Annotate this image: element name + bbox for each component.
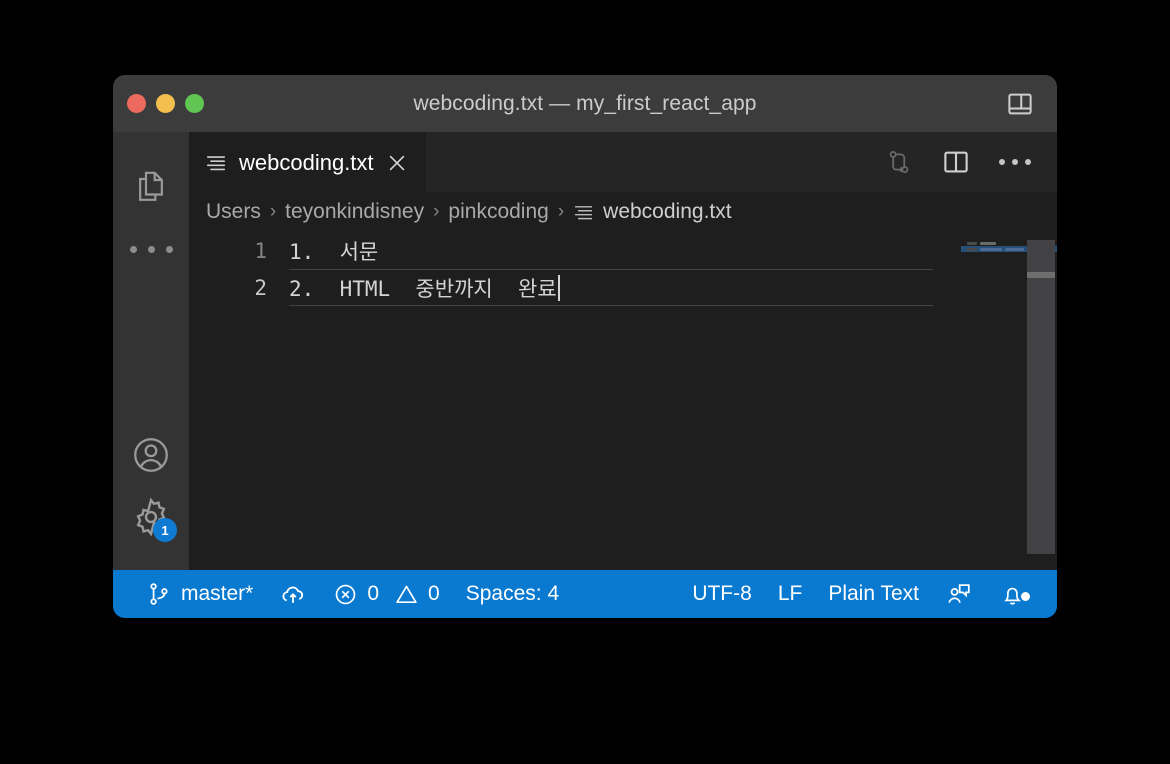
breadcrumb-separator: › (433, 201, 440, 222)
status-branch[interactable]: master* (133, 570, 266, 618)
error-icon (333, 582, 358, 607)
activity-item-explorer[interactable] (113, 156, 189, 218)
breadcrumb-item-pinkcoding[interactable]: pinkcoding (440, 200, 556, 224)
editor-group: webcoding.txt Users › teyonkindisney › p… (189, 132, 1057, 570)
breadcrumb-item-teyonkindisney[interactable]: teyonkindisney (277, 200, 432, 224)
source-control-branch-icon (146, 581, 172, 607)
breadcrumb-item-users[interactable]: Users (198, 200, 269, 224)
breadcrumb-separator: › (269, 201, 277, 222)
traffic-lights (113, 94, 204, 113)
status-problems[interactable]: 0 0 (320, 570, 452, 618)
list-file-icon (205, 152, 227, 174)
vscode-window: webcoding.txt — my_first_react_app 1 web… (113, 75, 1057, 618)
close-window-button[interactable] (127, 94, 146, 113)
line-number: 2 (254, 275, 267, 300)
cloud-upload-icon (279, 580, 307, 608)
editor-scrollbar-slider[interactable] (1027, 240, 1055, 554)
maximize-window-button[interactable] (185, 94, 204, 113)
status-language-mode[interactable]: Plain Text (815, 582, 932, 606)
notification-dot (1021, 591, 1030, 601)
line-text: 1. 서문 (289, 239, 379, 264)
list-file-icon (573, 202, 594, 223)
breadcrumb: Users › teyonkindisney › pinkcoding › we… (189, 192, 1057, 232)
status-bar-right: UTF-8 LF Plain Text (679, 580, 1039, 608)
editor-area: 1 1. 서문 2 2. HTML 중반까지 완료 (189, 232, 1057, 570)
status-eol-label: LF (777, 582, 803, 605)
status-feedback[interactable] (932, 580, 986, 608)
warning-icon (394, 582, 419, 607)
status-encoding-label: UTF-8 (692, 582, 752, 605)
breadcrumb-item-webcoding-txt[interactable]: webcoding.txt (565, 200, 739, 224)
editor-actions (885, 132, 1057, 192)
warning-count: 0 (428, 582, 440, 605)
code-surface[interactable]: 1 1. 서문 2 2. HTML 중반까지 완료 (189, 232, 961, 570)
person-feedback-icon (945, 580, 973, 608)
status-branch-label: master* (181, 582, 254, 605)
status-eol[interactable]: LF (765, 582, 816, 606)
panel-layout-icon[interactable] (1005, 89, 1035, 119)
title-bar: webcoding.txt — my_first_react_app (113, 75, 1057, 132)
source-control-compare-icon[interactable] (885, 148, 913, 176)
scrollbar-marker (1027, 272, 1055, 278)
text-cursor (557, 274, 560, 301)
status-bar: master* 0 0 Spaces: 4 UTF-8 LF Plain Tex… (113, 570, 1057, 618)
breadcrumb-label: teyonkindisney (285, 200, 425, 223)
files-icon (131, 167, 171, 207)
status-sync[interactable] (266, 570, 320, 618)
ellipsis-icon[interactable] (999, 159, 1031, 165)
account-icon (129, 433, 173, 477)
activity-bar: 1 (113, 132, 189, 570)
status-language-label: Plain Text (828, 582, 919, 605)
activity-item-more-views[interactable] (113, 218, 189, 280)
ellipsis-icon (129, 245, 173, 253)
status-encoding[interactable]: UTF-8 (679, 582, 765, 606)
error-count: 0 (367, 582, 380, 605)
breadcrumb-separator: › (557, 201, 565, 222)
tab-webcoding-txt[interactable]: webcoding.txt (189, 132, 426, 192)
breadcrumb-label: webcoding.txt (603, 200, 732, 223)
editor-line[interactable]: 1 1. 서문 (189, 232, 961, 269)
breadcrumb-label: pinkcoding (448, 200, 549, 223)
activity-item-accounts[interactable] (113, 424, 189, 486)
title-bar-actions (1005, 89, 1057, 119)
tab-label: webcoding.txt (239, 149, 374, 175)
close-icon[interactable] (386, 152, 408, 174)
minimap[interactable] (961, 232, 1057, 570)
window-body: 1 webcoding.txt Users › teyonkindisney ›… (113, 132, 1057, 570)
tab-bar: webcoding.txt (189, 132, 1057, 192)
status-indentation[interactable]: Spaces: 4 (453, 570, 572, 618)
breadcrumb-label: Users (206, 200, 261, 223)
activity-item-manage-settings[interactable]: 1 (113, 486, 189, 548)
settings-badge: 1 (153, 518, 177, 542)
status-notifications[interactable] (986, 581, 1039, 608)
line-number: 1 (254, 238, 267, 263)
status-indentation-label: Spaces: 4 (465, 582, 560, 605)
editor-line-active[interactable]: 2 2. HTML 중반까지 완료 (189, 269, 961, 306)
window-title: webcoding.txt — my_first_react_app (413, 91, 757, 115)
minimize-window-button[interactable] (156, 94, 175, 113)
line-text: 2. HTML 중반까지 완료 (289, 276, 557, 301)
split-editor-icon[interactable] (941, 147, 971, 177)
